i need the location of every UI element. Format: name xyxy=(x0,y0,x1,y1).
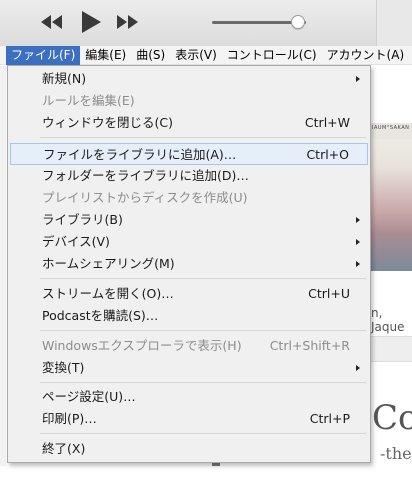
menu-separator xyxy=(40,330,366,331)
menu-item-page-setup[interactable]: ページ設定(U)… xyxy=(10,386,368,408)
menu-item-new[interactable]: 新規(N) xyxy=(10,68,368,90)
menu-item-label: 印刷(P)… xyxy=(42,411,97,426)
menu-item-label: ルールを編集(E) xyxy=(42,93,135,108)
menu-item-print[interactable]: 印刷(P)… Ctrl+P xyxy=(10,408,368,430)
menu-item-home-sharing[interactable]: ホームシェアリング(M) xyxy=(10,253,368,275)
volume-slider-thumb[interactable] xyxy=(291,15,306,29)
content-strip xyxy=(370,336,412,362)
album-artwork[interactable] xyxy=(370,123,412,271)
menu-item-label: フォルダーをライブラリに追加(D)… xyxy=(42,168,249,183)
menu-item-shortcut: Ctrl+W xyxy=(304,115,350,130)
background-title: Co xyxy=(372,398,412,438)
menu-item-convert[interactable]: 変換(T) xyxy=(10,357,368,379)
menu-edit[interactable]: 編集(E) xyxy=(80,46,131,65)
menu-separator xyxy=(40,382,366,383)
menu-item-shortcut: Ctrl+P xyxy=(309,411,350,426)
menu-item-edit-rules: ルールを編集(E) xyxy=(10,90,368,112)
menu-item-label: デバイス(V) xyxy=(42,234,110,249)
menu-controls[interactable]: コントロール(C) xyxy=(222,46,322,65)
menu-item-label: Windowsエクスプローラで表示(H) xyxy=(42,338,242,353)
album-artwork-text: IAUM°SAKAN xyxy=(372,125,410,131)
menu-item-label: プレイリストからディスクを作成(U) xyxy=(42,190,248,205)
submenu-arrow-icon xyxy=(356,217,360,223)
fast-forward-icon[interactable] xyxy=(116,15,140,29)
menu-item-label: ライブラリ(B) xyxy=(42,212,123,227)
menu-item-show-in-explorer: Windowsエクスプローラで表示(H) Ctrl+Shift+R xyxy=(10,335,368,357)
menu-separator xyxy=(40,137,366,138)
submenu-arrow-icon xyxy=(356,261,360,267)
menu-item-devices[interactable]: デバイス(V) xyxy=(10,231,368,253)
sidebar-edge xyxy=(0,66,6,466)
display-panel xyxy=(376,0,412,46)
file-menu-dropdown: 新規(N) ルールを編集(E) ウィンドウを閉じる(C) Ctrl+W ファイル… xyxy=(7,65,371,463)
menu-item-label: ファイルをライブラリに追加(A)… xyxy=(43,147,237,162)
background-subtitle: -the xyxy=(380,444,412,463)
play-icon[interactable] xyxy=(80,10,102,34)
rewind-icon[interactable] xyxy=(40,15,64,29)
menu-item-label: 終了(X) xyxy=(42,441,86,456)
menu-item-label: Podcastを購読(S)… xyxy=(42,308,159,323)
submenu-arrow-icon xyxy=(356,76,360,82)
menu-item-add-file[interactable]: ファイルをライブラリに追加(A)… Ctrl+O xyxy=(10,143,368,165)
menu-item-burn-disc: プレイリストからディスクを作成(U) xyxy=(10,187,368,209)
menu-item-label: ページ設定(U)… xyxy=(42,389,136,404)
menu-item-exit[interactable]: 終了(X) xyxy=(10,438,368,460)
transport-bar xyxy=(0,0,412,47)
menu-item-shortcut: Ctrl+O xyxy=(306,147,349,162)
menu-item-subscribe-podcast[interactable]: Podcastを購読(S)… xyxy=(10,305,368,327)
menu-item-shortcut: Ctrl+Shift+R xyxy=(269,338,350,353)
submenu-arrow-icon xyxy=(356,365,360,371)
menu-bar: ファイル(F) 編集(E) 曲(S) 表示(V) コントロール(C) アカウント… xyxy=(0,45,412,65)
menu-item-open-stream[interactable]: ストリームを開く(O)… Ctrl+U xyxy=(10,283,368,305)
menu-item-shortcut: Ctrl+U xyxy=(308,286,350,301)
menu-separator xyxy=(40,433,366,434)
menu-song[interactable]: 曲(S) xyxy=(131,46,170,65)
menu-file[interactable]: ファイル(F) xyxy=(6,45,81,65)
menu-account[interactable]: アカウント(A) xyxy=(322,46,410,65)
menu-item-label: ウィンドウを閉じる(C) xyxy=(42,115,173,130)
menu-separator xyxy=(40,278,366,279)
submenu-arrow-icon xyxy=(356,239,360,245)
menu-item-label: ストリームを開く(O)… xyxy=(42,286,174,301)
menu-item-label: 変換(T) xyxy=(42,360,85,375)
artist-text: n, Jaque xyxy=(371,306,405,334)
menu-item-library[interactable]: ライブラリ(B) xyxy=(10,209,368,231)
menu-view[interactable]: 表示(V) xyxy=(170,46,222,65)
menu-item-label: ホームシェアリング(M) xyxy=(42,256,175,271)
menu-item-add-folder[interactable]: フォルダーをライブラリに追加(D)… xyxy=(10,165,368,187)
menu-item-close-window[interactable]: ウィンドウを閉じる(C) Ctrl+W xyxy=(10,112,368,134)
menu-item-label: 新規(N) xyxy=(42,71,87,86)
